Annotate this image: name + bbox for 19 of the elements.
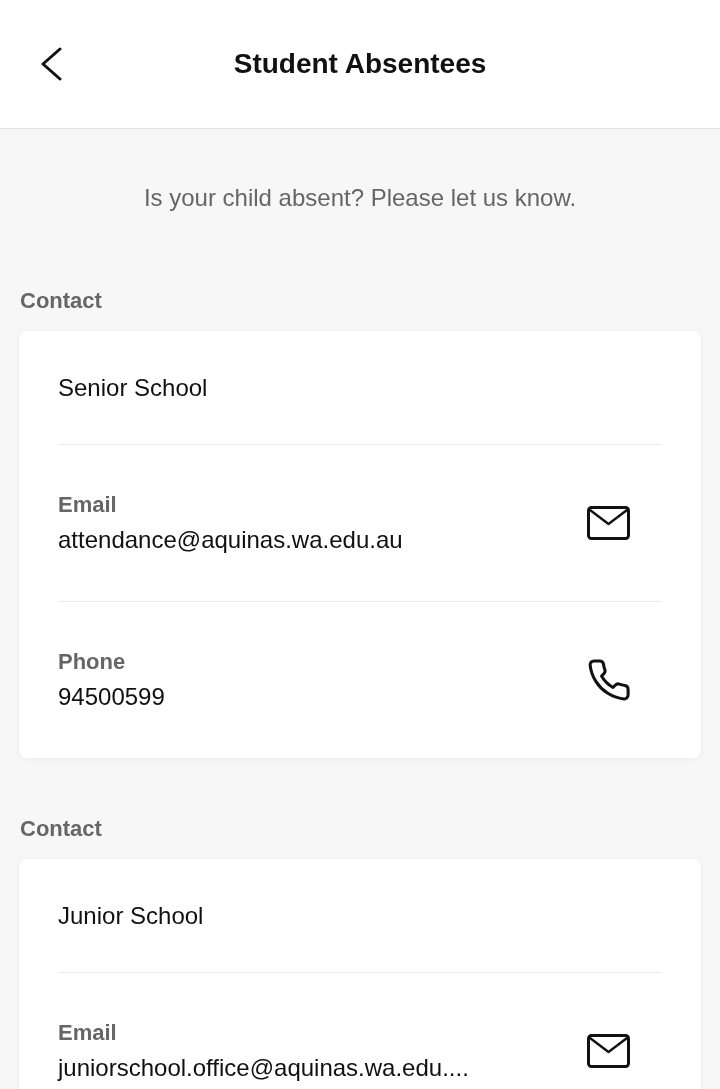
email-address: juniorschool.office@aquinas.wa.edu....	[58, 1053, 470, 1083]
mail-icon	[587, 506, 630, 540]
school-name: Junior School	[58, 900, 204, 931]
mail-icon	[587, 1034, 630, 1068]
email-button[interactable]	[587, 1034, 630, 1068]
call-button[interactable]	[588, 659, 630, 701]
phone-number: 94500599	[58, 682, 166, 712]
section-heading: Contact	[20, 816, 103, 842]
field-label: Phone	[58, 648, 127, 676]
page-title: Student Absentees	[232, 47, 488, 81]
email-address: attendance@aquinas.wa.edu.au	[58, 525, 404, 555]
chevron-left-icon	[39, 46, 63, 82]
school-name: Senior School	[58, 372, 208, 403]
field-label: Email	[58, 491, 118, 519]
phone-icon	[588, 659, 630, 701]
intro-text: Is your child absent? Please let us know.	[142, 183, 578, 213]
section-heading: Contact	[20, 288, 103, 314]
field-label: Email	[58, 1019, 118, 1047]
email-button[interactable]	[587, 506, 630, 540]
